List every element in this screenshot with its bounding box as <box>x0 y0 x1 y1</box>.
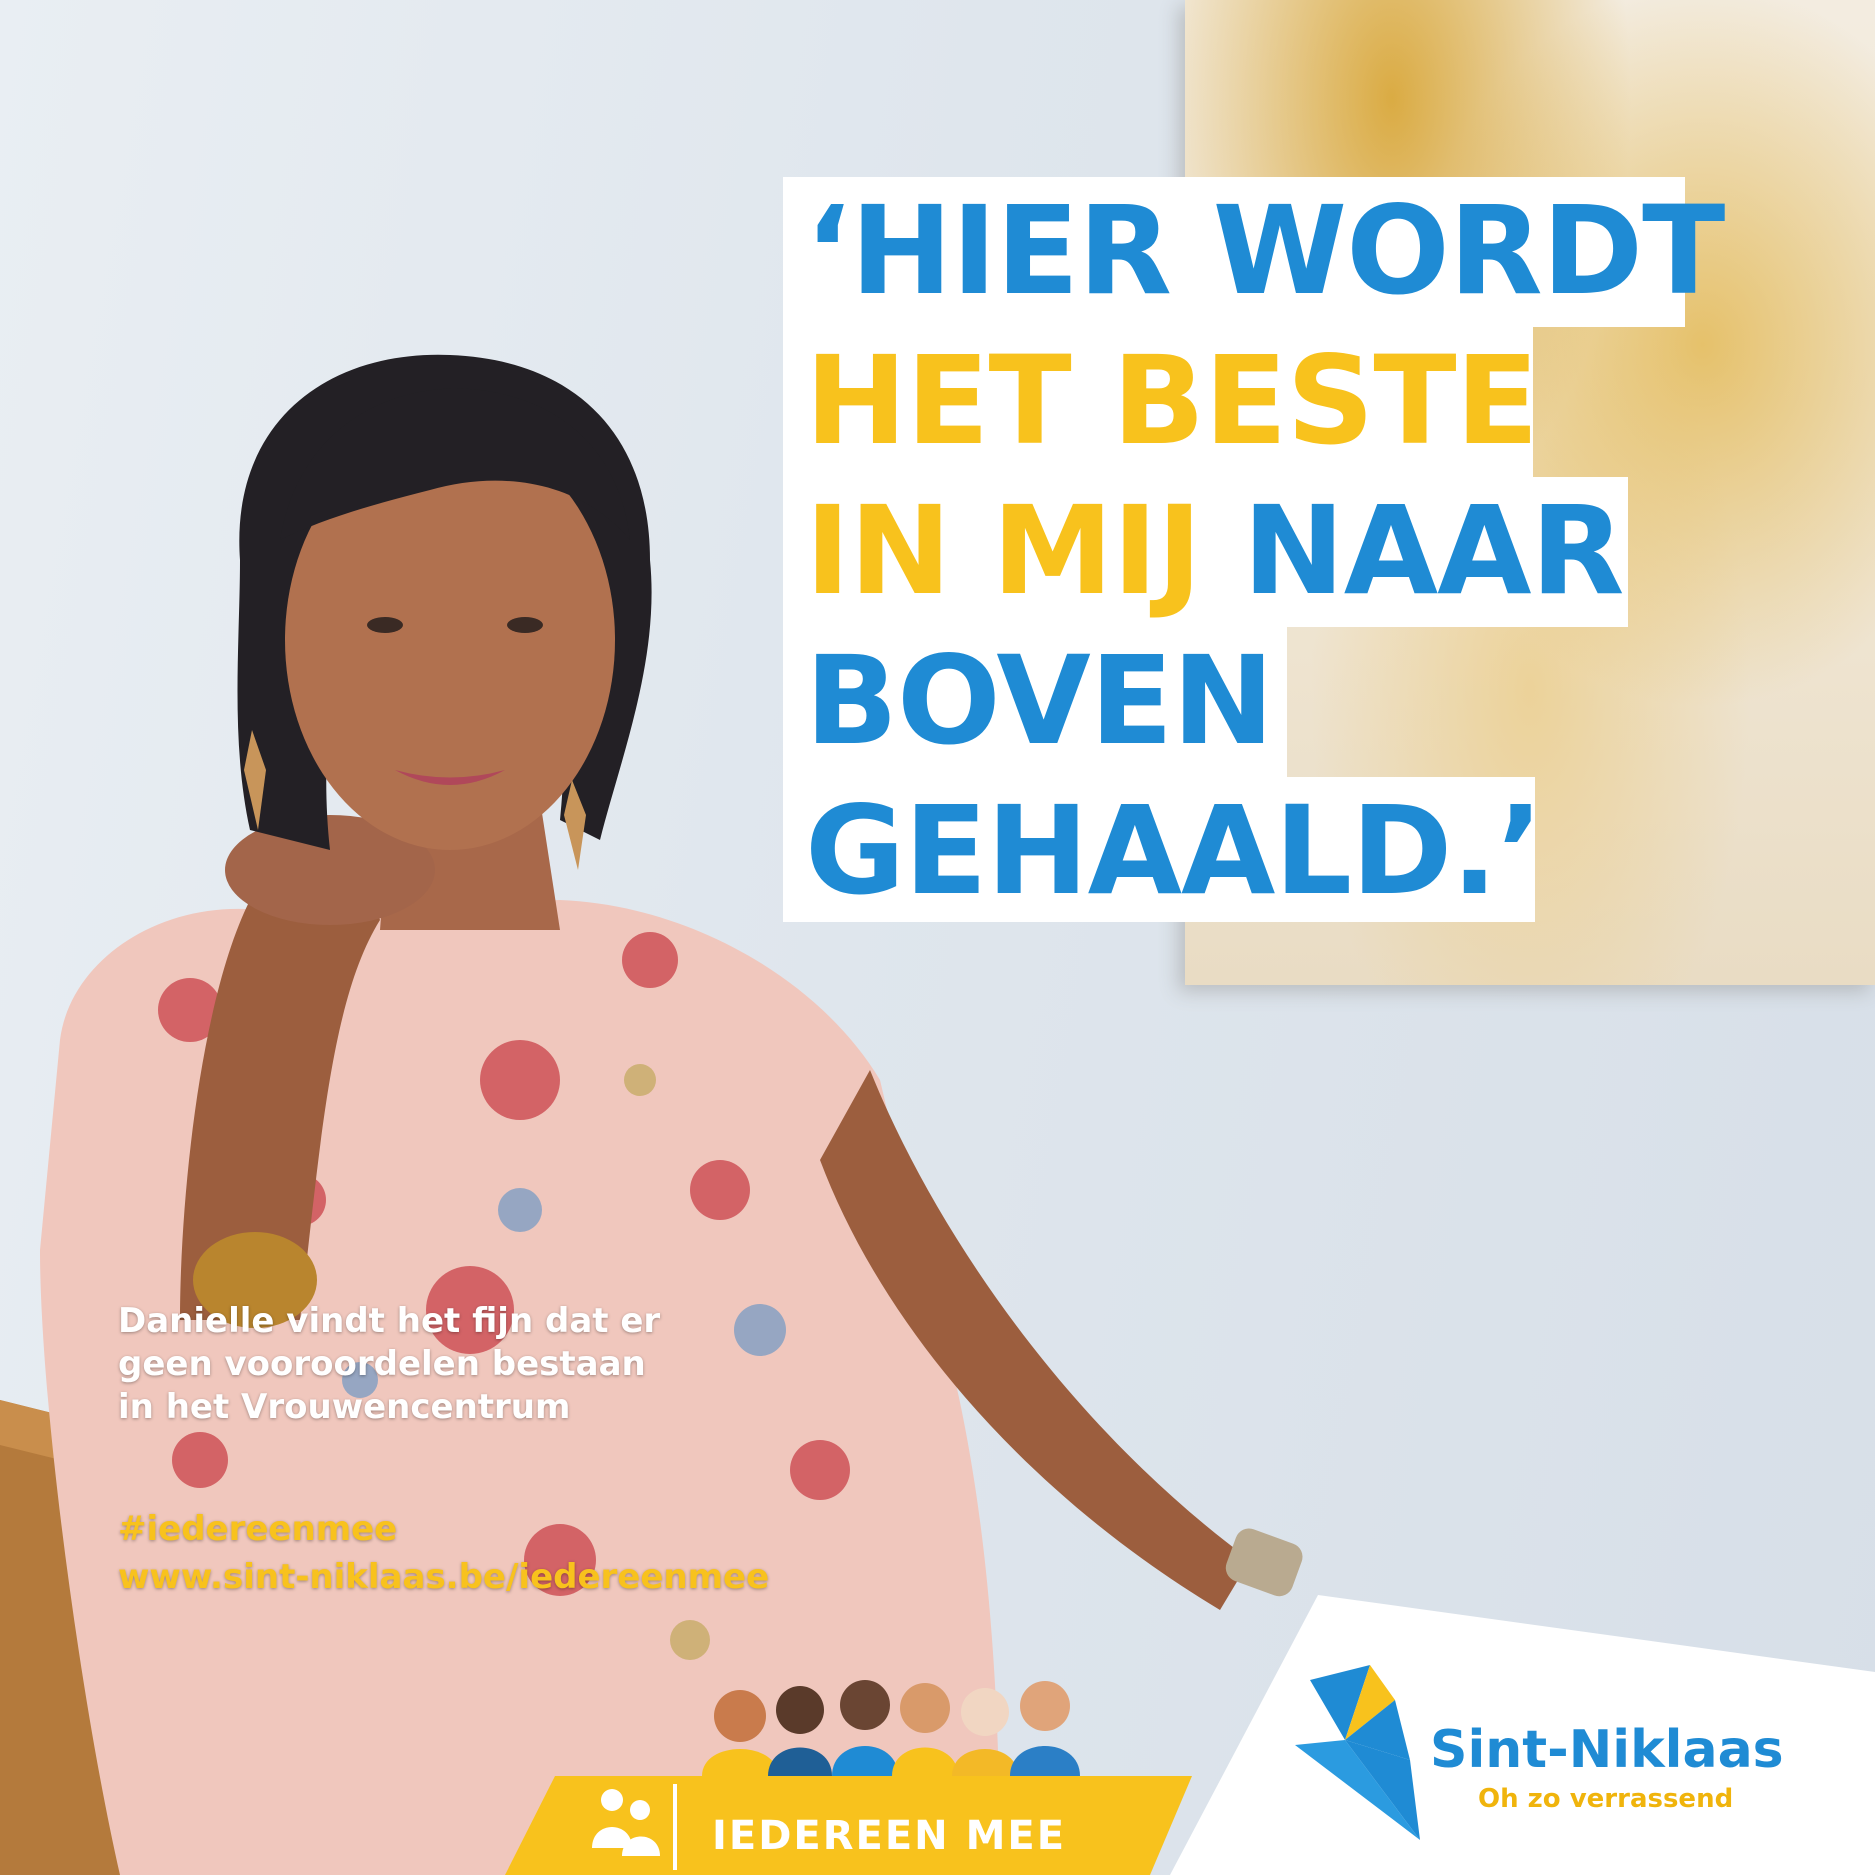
website-link[interactable]: www.sint-niklaas.be/iedereenmee <box>118 1556 769 1598</box>
quote-line-3-segment-2: NAAR <box>1242 480 1625 622</box>
quote-line-2-segment-1: HET BESTE <box>805 330 1539 472</box>
quote-line-2-text: HET BESTE <box>805 327 1539 475</box>
quote-line-4: BOVEN <box>783 627 1287 777</box>
logo-name: Sint-Niklaas <box>1430 1720 1784 1780</box>
quote-line-4-text: BOVEN <box>805 627 1274 775</box>
logo-slogan: Oh zo verrassend <box>1478 1784 1734 1814</box>
quote-line-2: HET BESTE <box>783 327 1539 477</box>
quote-line-3-text: IN MIJ NAAR <box>805 477 1625 625</box>
quote-line-1-text: ‘HIER WORDT <box>805 177 1725 325</box>
quote-line-5-segment-1: GEHAALD.’ <box>805 780 1543 922</box>
caption-line-2: geen vooroordelen bestaan <box>118 1344 646 1384</box>
quote-line-4-segment-1: BOVEN <box>805 630 1274 772</box>
quote-line-1-segment-1: ‘HIER WORDT <box>805 180 1725 322</box>
campaign-label: IEDEREEN MEE <box>712 1813 1067 1859</box>
quote-line-5: GEHAALD.’ <box>783 777 1543 922</box>
caption: Danielle vindt het fijn dat er geen voor… <box>118 1300 838 1429</box>
quote-line-3-segment-1: IN MIJ <box>805 480 1243 622</box>
caption-line-1: Danielle vindt het fijn dat er <box>118 1301 661 1341</box>
quote-line-1: ‘HIER WORDT <box>783 177 1725 327</box>
quote-line-5-text: GEHAALD.’ <box>805 777 1543 925</box>
quote-line-3: IN MIJ NAAR <box>783 477 1628 627</box>
caption-line-3: in het Vrouwencentrum <box>118 1387 571 1427</box>
hashtag[interactable]: #iedereenmee <box>118 1508 397 1550</box>
poster: ‘HIER WORDT HET BESTE IN MIJ NAAR BOVEN … <box>0 0 1875 1875</box>
